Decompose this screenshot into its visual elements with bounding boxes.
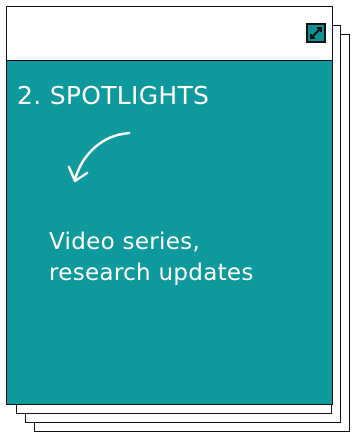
card-title: 2. SPOTLIGHTS xyxy=(17,81,210,110)
spotlights-card: 2. SPOTLIGHTS Video series, research upd… xyxy=(6,6,333,405)
expand-diagonal-arrows-icon xyxy=(310,27,322,39)
expand-button[interactable] xyxy=(306,23,326,43)
curved-arrow-down-left-icon xyxy=(67,131,131,183)
card-header xyxy=(7,7,332,61)
description-line: research updates xyxy=(49,260,254,286)
card-body: 2. SPOTLIGHTS Video series, research upd… xyxy=(7,61,332,404)
card-description: Video series, research updates xyxy=(49,227,319,289)
description-line: Video series, xyxy=(49,229,201,255)
